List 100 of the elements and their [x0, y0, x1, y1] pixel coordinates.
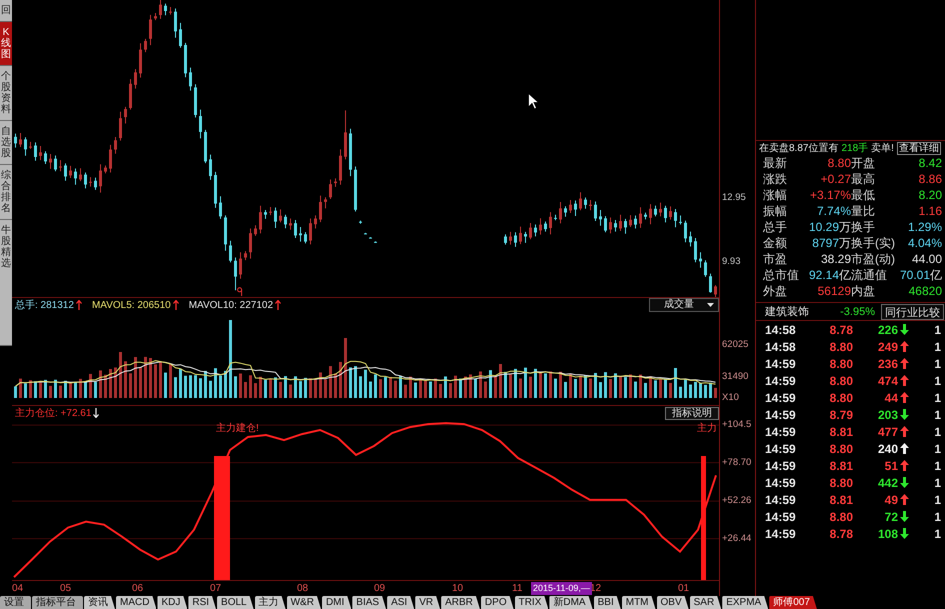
- side-tab[interactable]: 回: [0, 0, 12, 22]
- candle: [279, 208, 282, 223]
- axis-label: 10: [452, 583, 464, 595]
- candle: [174, 8, 177, 38]
- indicator-tab[interactable]: KDJ: [157, 596, 188, 609]
- candle: [94, 177, 97, 190]
- indicator-tab[interactable]: MACD: [116, 596, 156, 609]
- quote-value: +3.17%: [810, 188, 851, 202]
- trade-cell-text: 1: [933, 458, 941, 472]
- quote-label: 量比: [851, 202, 876, 220]
- candle: [649, 204, 652, 225]
- trade-volume: 236: [876, 356, 898, 370]
- help-button[interactable]: 指标说明: [665, 406, 719, 420]
- candle: [299, 226, 302, 242]
- quote-value: 38.29: [820, 252, 851, 266]
- candle: [684, 220, 687, 243]
- trade-cell-text: 1: [933, 442, 941, 456]
- candle: [624, 218, 627, 234]
- indicator-tab[interactable]: ARBR: [441, 596, 480, 609]
- candle: [49, 154, 52, 170]
- indicator-tab[interactable]: VR: [415, 596, 440, 609]
- indicator-tab[interactable]: 师傅007: [769, 596, 817, 609]
- compare-button[interactable]: 同行业比较: [881, 304, 944, 320]
- candle: [354, 166, 357, 212]
- candle: [549, 212, 552, 235]
- indicator-tab[interactable]: 主力: [254, 596, 286, 609]
- indicator-tab[interactable]: SAR: [690, 596, 722, 609]
- candle: [604, 216, 607, 233]
- indicator-tab[interactable]: BIAS: [352, 596, 386, 609]
- indicator-tab[interactable]: ASI: [387, 596, 414, 609]
- indicator-tab[interactable]: TRIX: [514, 596, 548, 609]
- order-notice: 在卖盘8.87位置有: [759, 142, 838, 155]
- quote-value: 92.14: [808, 268, 839, 282]
- quote-value: 44.00: [912, 252, 942, 266]
- mouse-pointer-icon: [528, 93, 539, 110]
- side-tab[interactable]: 综合排名: [0, 165, 12, 220]
- trade-cell-text: 1: [933, 340, 941, 354]
- candle: [609, 216, 612, 234]
- indicator-tab[interactable]: RSI: [188, 596, 216, 609]
- candle: [74, 168, 77, 186]
- axis-label: 07: [210, 583, 222, 595]
- sector-change: -3.95%: [840, 306, 875, 318]
- candle: [694, 238, 697, 263]
- trade-price: 8.80: [828, 476, 853, 490]
- axis-label: 9.93: [722, 256, 740, 268]
- cursor-date-label: 2015-11-09,—: [531, 582, 592, 595]
- candle: [629, 214, 632, 228]
- candle: [699, 252, 702, 268]
- side-tab[interactable]: 牛股精选: [0, 220, 12, 346]
- candle: [214, 171, 217, 208]
- trade-volume: 108: [876, 526, 898, 540]
- indicator-tab[interactable]: EXPMA: [722, 596, 768, 609]
- candle: [544, 220, 547, 232]
- indicator-tab[interactable]: DMI: [322, 596, 352, 609]
- candle: [114, 136, 117, 154]
- quote-label: 涨幅: [763, 186, 788, 204]
- trade-time: 14:59: [765, 492, 797, 506]
- trade-volume: 240: [876, 442, 898, 456]
- toolbar-button[interactable]: 设置: [0, 596, 31, 609]
- indicator-tab[interactable]: W&R: [286, 596, 321, 609]
- indicator-tab[interactable]: BBI: [594, 596, 621, 609]
- trade-cell-text: 1: [933, 390, 941, 404]
- indicator-dropdown[interactable]: 成交量: [649, 298, 719, 312]
- candle: [224, 214, 227, 252]
- candle: [234, 257, 237, 291]
- candle: [639, 206, 642, 228]
- detail-button[interactable]: 查看详细: [896, 142, 941, 154]
- indicator-tab[interactable]: OBV: [656, 596, 689, 609]
- candle: [194, 84, 197, 118]
- candle: [569, 200, 572, 214]
- indicator-tab[interactable]: MTM: [622, 596, 656, 609]
- candle: [369, 236, 372, 240]
- candle: [79, 168, 82, 182]
- candle: [574, 200, 577, 216]
- candle: [44, 150, 47, 164]
- quote-value: 1.29%: [908, 220, 942, 234]
- candle: [244, 250, 247, 261]
- trade-price: 8.81: [828, 458, 853, 472]
- axis-label: +52.26: [722, 495, 752, 508]
- toolbar-button[interactable]: 指标平台: [32, 596, 83, 609]
- side-tab[interactable]: 自选股: [0, 121, 12, 165]
- candle: [134, 68, 137, 90]
- quote-label: 涨跌: [763, 170, 788, 188]
- trade-cell-text: 1: [933, 492, 941, 506]
- candle: [149, 14, 152, 46]
- legend-value: 总手: 281312: [15, 298, 74, 312]
- trade-price: 8.79: [828, 408, 853, 422]
- side-tab[interactable]: K线图: [0, 22, 12, 66]
- quote-label: 开盘: [851, 154, 876, 172]
- candle: [349, 128, 352, 177]
- quote-value: 8.80: [828, 156, 851, 170]
- trade-volume: 249: [876, 340, 898, 354]
- indicator-tab[interactable]: DPO: [480, 596, 514, 609]
- side-tab[interactable]: 个股资料: [0, 66, 12, 121]
- indicator-tab[interactable]: 资讯: [84, 596, 115, 609]
- indicator-tab[interactable]: 新DMA: [549, 596, 593, 609]
- trade-volume: 49: [884, 492, 898, 506]
- legend-value: MAVOL5: 206510: [92, 300, 171, 310]
- indicator-tab[interactable]: BOLL: [217, 596, 254, 609]
- candle: [109, 144, 112, 173]
